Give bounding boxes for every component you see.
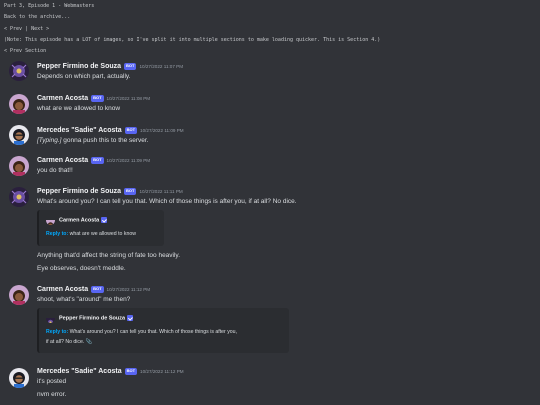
reply-embed[interactable]: Carmen Acosta Reply to: what are we allo… bbox=[37, 210, 164, 246]
prev-link[interactable]: < Prev bbox=[4, 26, 22, 32]
username[interactable]: Pepper Firmino de Souza bbox=[37, 63, 121, 70]
timestamp: 10/27/2022 11:08 PM bbox=[106, 96, 151, 101]
username[interactable]: Mercedes "Sadie" Acosta bbox=[37, 368, 122, 375]
embed-avatar bbox=[46, 216, 55, 225]
message-text: you do that!! bbox=[37, 167, 73, 174]
message-text: shoot, what's "around" me then? bbox=[37, 296, 131, 303]
section-note: (Note: This episode has a LOT of images,… bbox=[4, 36, 381, 43]
timestamp: 10/27/2022 11:09 PM bbox=[140, 128, 184, 133]
embed-author: Pepper Firmino de Souza bbox=[59, 315, 126, 322]
bot-badge: BOT bbox=[91, 157, 104, 164]
timestamp: 10/27/2022 11:09 PM bbox=[106, 158, 151, 163]
embed-avatar bbox=[46, 314, 55, 323]
username[interactable]: Carmen Acosta bbox=[37, 95, 88, 102]
bot-badge: BOT bbox=[91, 95, 104, 102]
username[interactable]: Carmen Acosta bbox=[37, 157, 88, 164]
verified-icon bbox=[127, 315, 134, 321]
bot-badge: BOT bbox=[124, 368, 138, 375]
reply-text: Reply to: What's around you? I can tell … bbox=[46, 329, 238, 335]
message-text: Anything that'd affect the string of fat… bbox=[37, 252, 181, 259]
message-text: Depends on which part, actually. bbox=[37, 73, 131, 80]
bot-badge: BOT bbox=[91, 286, 104, 293]
timestamp: 10/27/2022 11:12 PM bbox=[140, 369, 184, 374]
bot-badge: BOT bbox=[124, 127, 138, 134]
avatar[interactable] bbox=[9, 285, 29, 305]
page-header: Part 3, Episode 1 - Webmasters Back to t… bbox=[0, 0, 540, 56]
avatar[interactable] bbox=[9, 61, 29, 81]
timestamp: 10/27/2022 11:07 PM bbox=[139, 64, 184, 69]
back-to-archive-link[interactable]: Back to the archive... bbox=[4, 14, 70, 20]
timestamp: 10/27/2022 11:11 PM bbox=[139, 189, 183, 194]
verified-icon bbox=[101, 217, 108, 223]
timestamp: 10/27/2022 11:12 PM bbox=[106, 287, 151, 292]
message-text: What's around you? I can tell you that. … bbox=[37, 198, 297, 205]
prev-section-link[interactable]: < Prev Section bbox=[4, 48, 46, 54]
reply-text: Reply to: what are we allowed to know bbox=[46, 231, 136, 237]
embed-author: Carmen Acosta bbox=[59, 217, 100, 224]
nav-separator: | bbox=[25, 25, 29, 32]
message-text: what are we allowed to know bbox=[37, 105, 121, 112]
username[interactable]: Mercedes "Sadie" Acosta bbox=[37, 127, 122, 134]
reply-text-cont: if at all? No dice. 📎 bbox=[46, 339, 93, 345]
username[interactable]: Pepper Firmino de Souza bbox=[37, 188, 121, 195]
message-text: [Typing.] gonna push this to the server. bbox=[37, 137, 149, 144]
message-text: it's posted bbox=[37, 378, 67, 385]
prev-next-nav: < Prev | Next > bbox=[4, 25, 540, 34]
avatar[interactable] bbox=[9, 156, 29, 176]
avatar[interactable] bbox=[9, 125, 29, 145]
username[interactable]: Carmen Acosta bbox=[37, 286, 88, 293]
reply-embed[interactable]: Pepper Firmino de Souza Reply to: What's… bbox=[37, 308, 289, 353]
avatar[interactable] bbox=[9, 94, 29, 114]
next-link[interactable]: Next > bbox=[31, 26, 49, 32]
avatar[interactable] bbox=[9, 187, 29, 207]
bot-badge: BOT bbox=[124, 188, 137, 195]
avatar[interactable] bbox=[9, 368, 29, 388]
message-text: Eye observes, doesn't meddle. bbox=[37, 265, 126, 272]
message-text: nvm error. bbox=[37, 391, 67, 398]
bot-badge: BOT bbox=[124, 63, 137, 70]
episode-title: Part 3, Episode 1 - Webmasters bbox=[4, 3, 95, 9]
